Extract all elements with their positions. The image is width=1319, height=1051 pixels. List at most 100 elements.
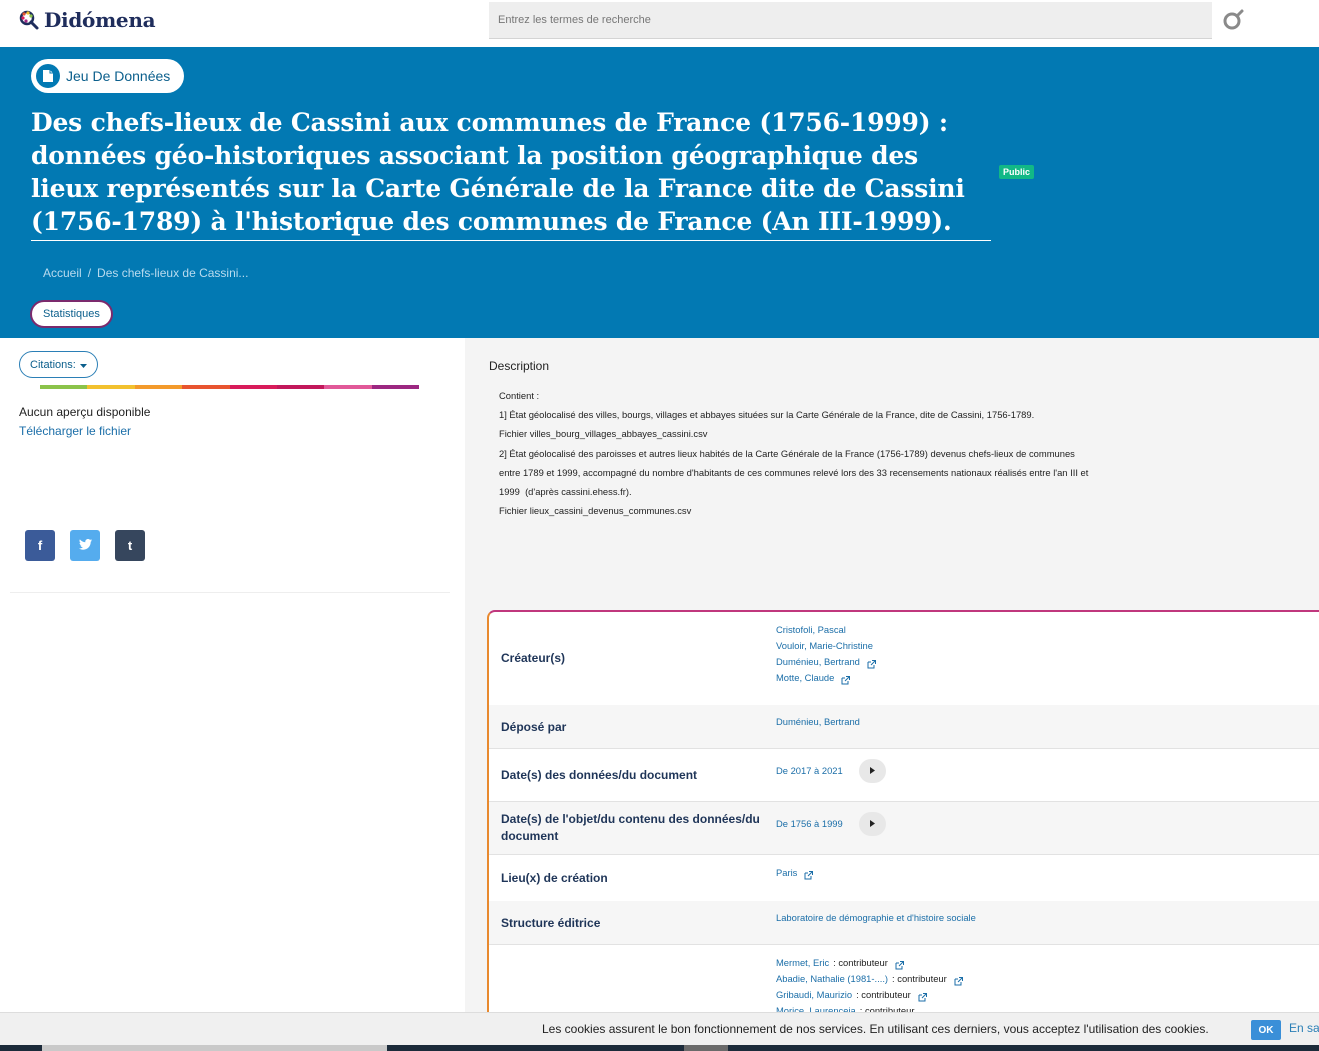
facebook-icon: f — [37, 538, 43, 553]
place-value: Paris — [776, 865, 814, 881]
document-icon — [36, 64, 60, 88]
contributors-list: Mermet, Eric : contributeur Abadie, Nath… — [776, 955, 963, 1019]
description-line: Fichier lieux_cassini_devenus_communes.c… — [499, 505, 692, 517]
external-link-icon[interactable] — [841, 674, 851, 684]
share-tumblr-button[interactable]: t — [115, 530, 145, 561]
creator-link[interactable]: Cristofoli, Pascal — [776, 622, 846, 638]
metadata-row-content-dates: Date(s) de l'objet/du contenu des donnée… — [489, 802, 1319, 855]
breadcrumb-separator: / — [87, 266, 92, 280]
contributor-link[interactable]: Mermet, Eric — [776, 955, 829, 971]
share-twitter-button[interactable] — [70, 530, 100, 561]
publisher-value: Laboratoire de démographie et d'histoire… — [776, 910, 976, 926]
rainbow-segment — [134, 385, 183, 389]
dataset-header: Jeu De Données Des chefs-lieux de Cassin… — [0, 47, 1319, 338]
contributor-link[interactable]: Abadie, Nathalie (1981-....) — [776, 971, 888, 987]
scrollbar-segment — [0, 1045, 42, 1051]
contributor-link[interactable]: Gribaudi, Maurizio — [776, 987, 852, 1003]
search-box — [489, 2, 1212, 39]
metadata-row-data-dates: Date(s) des données/du document De 2017 … — [489, 749, 1319, 802]
cookie-more-link[interactable]: En savoir plus — [1289, 1021, 1319, 1035]
didomena-logo-icon — [18, 9, 40, 31]
no-preview-text: Aucun aperçu disponible — [19, 405, 151, 419]
metadata-label: Créateur(s) — [501, 651, 566, 665]
metadata-label: Date(s) des données/du document — [501, 768, 698, 782]
rainbow-segment — [87, 385, 135, 389]
metadata-label: Date(s) de l'objet/du contenu des donnée… — [501, 812, 760, 843]
share-facebook-button[interactable]: f — [25, 530, 55, 561]
content-dates-value: De 1756 à 1999 — [776, 812, 886, 836]
place-link[interactable]: Paris — [776, 865, 797, 881]
creators-list: Cristofoli, Pascal Vouloir, Marie-Christ… — [776, 622, 876, 686]
cookie-message: Les cookies assurent le bon fonctionneme… — [542, 1022, 1209, 1036]
rainbow-segment — [371, 385, 419, 389]
data-dates-text: De 2017 à 2021 — [776, 765, 843, 776]
metadata-row-creators: Créateur(s) Cristofoli, Pascal Vouloir, … — [489, 612, 1319, 705]
external-link-icon[interactable] — [954, 975, 963, 985]
rainbow-segment — [182, 385, 230, 389]
metadata-table: Créateur(s) Cristofoli, Pascal Vouloir, … — [487, 610, 1319, 1051]
site-logo[interactable]: Didómena — [18, 8, 156, 32]
rainbow-segment — [324, 385, 372, 389]
metadata-row-publisher: Structure éditrice Laboratoire de démogr… — [489, 901, 1319, 945]
cookie-ok-button[interactable]: OK — [1251, 1020, 1281, 1040]
metadata-row-deposited-by: Déposé par Duménieu, Bertrand — [489, 705, 1319, 749]
creator-link[interactable]: Vouloir, Marie-Christine — [776, 638, 873, 654]
rainbow-segment — [40, 385, 88, 389]
sidebar-divider — [10, 592, 450, 593]
rainbow-segment — [229, 385, 277, 389]
creator-link[interactable]: Motte, Claude — [776, 670, 834, 686]
search-input[interactable] — [489, 2, 1212, 38]
contributor-role: : contributeur — [856, 989, 911, 1000]
description-line: 2] État géolocalisé des paroisses et aut… — [499, 447, 1075, 459]
contributor-role: : contributeur — [833, 957, 888, 968]
data-dates-value: De 2017 à 2021 — [776, 759, 886, 783]
metadata-label: Déposé par — [501, 720, 567, 734]
main-content: Description Contient : 1] État géolocali… — [465, 338, 1319, 1051]
scrollbar-segment — [387, 1045, 1319, 1051]
rainbow-divider — [40, 385, 419, 389]
description-text: Contient : 1] État géolocalisé des ville… — [499, 386, 1179, 520]
description-line: 1] État géolocalisé des villes, bourgs, … — [499, 409, 1035, 421]
metadata-label: Lieu(x) de création — [501, 871, 608, 885]
description-line: Contient : — [499, 390, 540, 401]
top-bar: Didómena — [0, 0, 1319, 47]
contributor-role: : contributeur — [892, 973, 947, 984]
expand-dates-button[interactable] — [858, 759, 886, 783]
brand-name: Didómena — [44, 8, 156, 32]
breadcrumb: Accueil / Des chefs-lieux de Cassini... — [43, 266, 248, 280]
download-file-link[interactable]: Télécharger le fichier — [19, 424, 131, 438]
page-title: Des chefs-lieux de Cassini aux communes … — [31, 106, 991, 241]
expand-content-dates-button[interactable] — [858, 812, 886, 836]
metadata-row-place: Lieu(x) de création Paris — [489, 855, 1319, 901]
deposited-by-value: Duménieu, Bertrand — [776, 714, 860, 730]
citations-label: Citations: — [30, 358, 76, 371]
search-icon — [1221, 9, 1247, 37]
bottom-scrollbar[interactable] — [0, 1045, 1319, 1051]
publisher-link[interactable]: Laboratoire de démographie et d'histoire… — [776, 912, 976, 923]
description-line: 1999 (d'après cassini.ehess.fr). — [499, 486, 632, 498]
breadcrumb-home[interactable]: Accueil — [43, 266, 82, 280]
twitter-icon — [78, 538, 92, 553]
external-link-icon[interactable] — [867, 658, 876, 668]
dataset-type-pill[interactable]: Jeu De Données — [31, 59, 185, 93]
cookie-banner: Les cookies assurent le bon fonctionneme… — [0, 1012, 1319, 1045]
access-badge: Public — [999, 165, 1035, 179]
play-icon — [869, 816, 875, 832]
search-button[interactable] — [1221, 7, 1247, 33]
external-link-icon[interactable] — [804, 869, 814, 879]
external-link-icon[interactable] — [918, 991, 927, 1001]
content-dates-text: De 1756 à 1999 — [776, 818, 843, 829]
external-link-icon[interactable] — [895, 959, 904, 969]
citations-dropdown[interactable]: Citations: — [19, 351, 98, 378]
metadata-label: Structure éditrice — [501, 916, 601, 930]
depositor-link[interactable]: Duménieu, Bertrand — [776, 716, 860, 727]
breadcrumb-current[interactable]: Des chefs-lieux de Cassini... — [97, 266, 248, 280]
description-heading: Description — [489, 359, 550, 373]
sidebar: Citations: Aucun aperçu disponible Téléc… — [0, 338, 465, 1051]
play-icon — [869, 763, 875, 779]
scrollbar-thumb[interactable] — [684, 1045, 728, 1051]
description-line: entre 1789 et 1999, accompagné du nombre… — [499, 466, 1089, 478]
creator-link[interactable]: Duménieu, Bertrand — [776, 654, 860, 670]
dataset-type-label: Jeu De Données — [66, 68, 171, 84]
statistics-button[interactable]: Statistiques — [30, 300, 113, 328]
